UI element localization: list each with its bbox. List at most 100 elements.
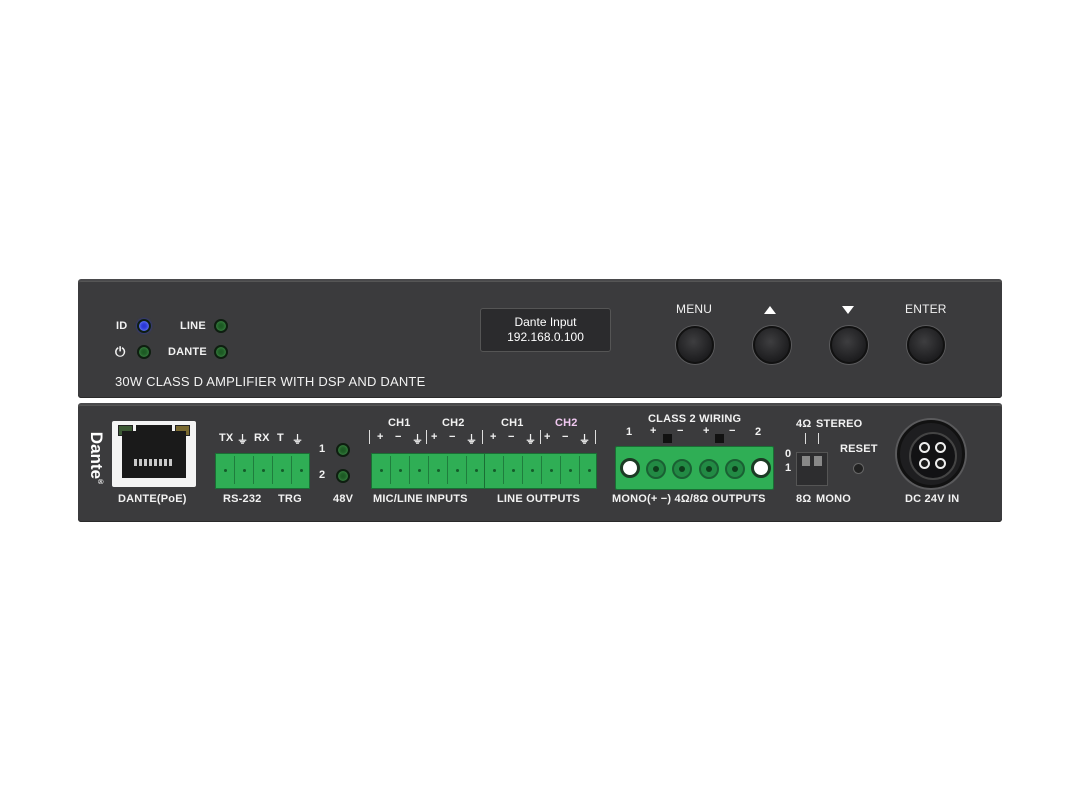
- dc-socket: [909, 432, 957, 480]
- dip-8ohm-label: 8Ω: [796, 493, 812, 505]
- divider: [595, 430, 596, 444]
- tx-label: TX: [219, 432, 234, 444]
- divider: [540, 430, 541, 444]
- rs232-label: RS-232: [223, 493, 262, 505]
- out-ch2-label: CH2: [555, 417, 578, 429]
- pin-icon: [699, 459, 719, 479]
- line-outputs-label: LINE OUTPUTS: [497, 493, 581, 505]
- dip-4ohm-label: 4Ω: [796, 418, 812, 430]
- dante-poe-port[interactable]: [112, 421, 196, 487]
- phantom-1-label: 1: [319, 443, 326, 455]
- up-button[interactable]: [753, 326, 791, 364]
- line-output-terminal[interactable]: [484, 453, 597, 489]
- minus-label: −: [677, 425, 684, 437]
- in-ch1-label: CH1: [388, 417, 411, 429]
- divider: [818, 433, 819, 444]
- plus-label: +: [431, 431, 438, 443]
- class2-label: CLASS 2 WIRING: [648, 413, 742, 425]
- dc-in-label: DC 24V IN: [905, 493, 960, 505]
- display-source: Dante Input: [514, 315, 577, 329]
- divider: [369, 430, 370, 444]
- pin-icon: [919, 458, 930, 469]
- dante-logo: Dante®: [87, 431, 107, 485]
- pin-icon: [646, 459, 666, 479]
- pin-icon: [672, 459, 692, 479]
- mic-line-inputs-label: MIC/LINE INPUTS: [373, 493, 468, 505]
- phantom-1-led-icon: [336, 443, 350, 457]
- latch-icon: [663, 434, 672, 443]
- reset-button[interactable]: [853, 463, 864, 474]
- down-button[interactable]: [830, 326, 868, 364]
- down-arrow-icon: [842, 306, 854, 314]
- line-led-icon: [214, 319, 228, 333]
- line-label: LINE: [180, 320, 206, 332]
- rj45-pins: [134, 459, 174, 466]
- in-ch2-label: CH2: [442, 417, 465, 429]
- dip-switch-2[interactable]: [814, 456, 822, 466]
- minus-label: −: [562, 431, 569, 443]
- ground-icon: ⏚: [412, 434, 424, 446]
- out-ch1-label: CH1: [501, 417, 524, 429]
- speaker-output-terminal[interactable]: [615, 446, 774, 490]
- dip-1-label: 1: [785, 462, 792, 474]
- ground-icon: ⏚: [292, 434, 304, 446]
- minus-label: −: [508, 431, 515, 443]
- ground-icon: ⏚: [579, 434, 591, 446]
- phantom-2-led-icon: [336, 469, 350, 483]
- divider: [482, 430, 483, 444]
- menu-button[interactable]: [676, 326, 714, 364]
- screw-icon: [751, 458, 771, 478]
- plus-label: +: [377, 431, 384, 443]
- rj45-latch: [136, 425, 172, 435]
- minus-label: −: [729, 425, 736, 437]
- minus-label: −: [395, 431, 402, 443]
- spk-1-label: 1: [626, 426, 633, 438]
- ground-icon: ⏚: [466, 434, 478, 446]
- id-label: ID: [116, 320, 128, 332]
- ground-icon: ⏚: [525, 434, 537, 446]
- id-led-icon: [137, 319, 151, 333]
- dip-0-label: 0: [785, 448, 792, 460]
- menu-label: MENU: [676, 302, 713, 316]
- up-arrow-icon: [764, 306, 776, 314]
- dip-stereo-label: STEREO: [816, 418, 863, 430]
- reset-label: RESET: [840, 443, 878, 455]
- latch-icon: [715, 434, 724, 443]
- mic-line-input-terminal[interactable]: [371, 453, 485, 489]
- pin-icon: [935, 458, 946, 469]
- rs232-trg-terminal[interactable]: [215, 453, 310, 489]
- ground-icon: ⏚: [237, 434, 249, 446]
- pin-icon: [725, 459, 745, 479]
- minus-label: −: [449, 431, 456, 443]
- trg-label: TRG: [278, 493, 302, 505]
- model-title: 30W CLASS D AMPLIFIER WITH DSP AND DANTE: [115, 374, 426, 389]
- divider: [805, 433, 806, 444]
- plus-label: +: [490, 431, 497, 443]
- power-led-icon: [137, 345, 151, 359]
- phantom-label: 48V: [333, 493, 354, 505]
- dip-switch-1[interactable]: [802, 456, 810, 466]
- trg-t-label: T: [277, 432, 284, 444]
- power-icon: ⏻: [115, 344, 126, 359]
- plus-label: +: [650, 425, 657, 437]
- pin-icon: [935, 442, 946, 453]
- dante-poe-label: DANTE(PoE): [118, 493, 187, 505]
- pin-icon: [919, 442, 930, 453]
- spk-2-label: 2: [755, 426, 762, 438]
- rx-label: RX: [254, 432, 270, 444]
- screw-icon: [620, 458, 640, 478]
- enter-label: ENTER: [905, 302, 947, 316]
- oled-display: Dante Input 192.168.0.100: [480, 308, 611, 352]
- dip-switch[interactable]: [796, 452, 828, 486]
- rj45-socket: [122, 431, 186, 478]
- phantom-2-label: 2: [319, 469, 326, 481]
- dante-label: DANTE: [168, 346, 207, 358]
- enter-button[interactable]: [907, 326, 945, 364]
- speaker-outputs-label: MONO(+ −) 4Ω/8Ω OUTPUTS: [612, 493, 766, 505]
- plus-label: +: [544, 431, 551, 443]
- display-ip: 192.168.0.100: [507, 330, 584, 344]
- dc-power-connector[interactable]: [897, 420, 965, 488]
- plus-label: +: [703, 425, 710, 437]
- dante-led-icon: [214, 345, 228, 359]
- dip-mono-label: MONO: [816, 493, 852, 505]
